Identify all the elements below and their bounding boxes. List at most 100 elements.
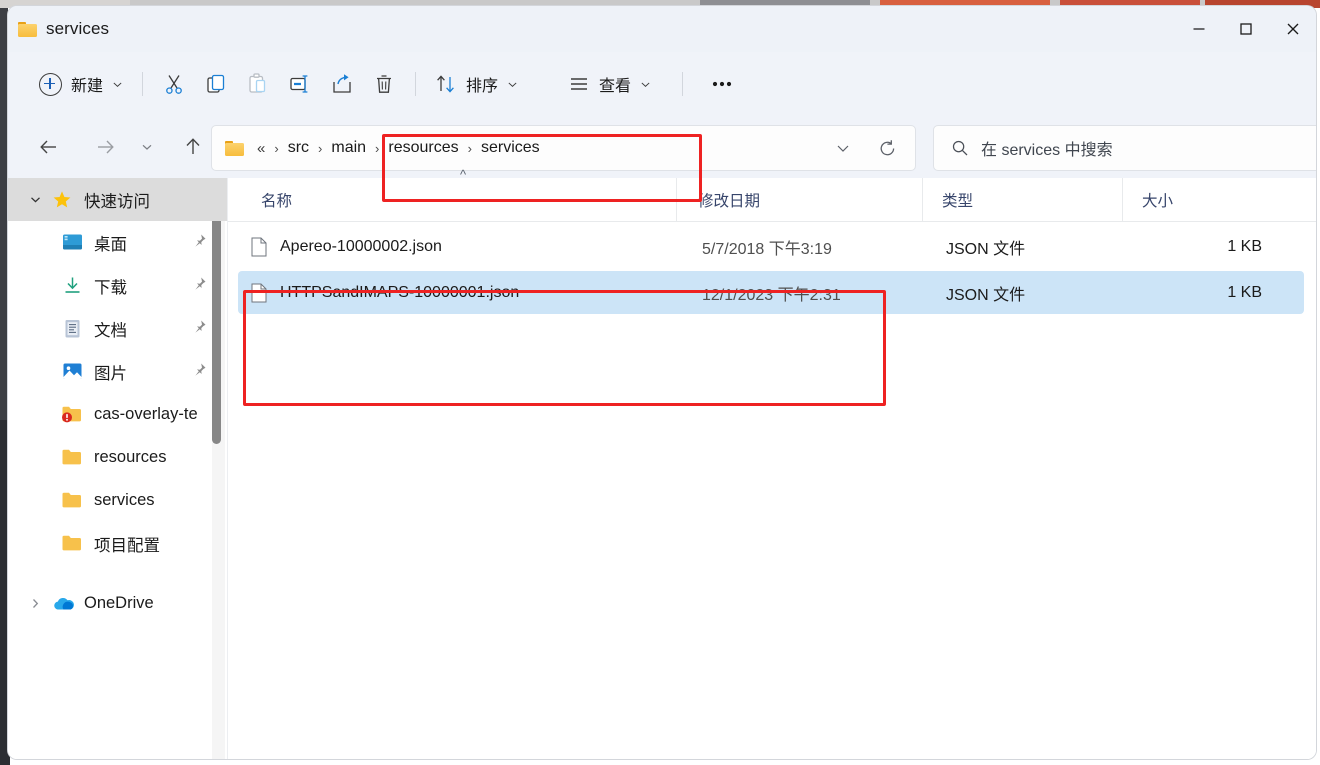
chevron-down-icon[interactable] bbox=[20, 193, 50, 206]
sidebar-item-documents[interactable]: 文档 bbox=[8, 307, 227, 350]
sidebar-item-quick-access[interactable]: 快速访问 bbox=[8, 178, 227, 221]
new-button[interactable]: 新建 bbox=[30, 66, 132, 102]
breadcrumb-item-services[interactable]: services bbox=[477, 136, 544, 160]
chevron-down-icon bbox=[142, 144, 152, 150]
file-name-cell: HTTPSandIMAPS-10000001.json bbox=[238, 271, 686, 314]
pin-icon[interactable] bbox=[192, 362, 207, 382]
chevron-down-icon bbox=[837, 145, 849, 152]
breadcrumb-item-src[interactable]: src bbox=[284, 136, 313, 160]
sort-button[interactable]: 排序 bbox=[426, 66, 527, 102]
sidebar-item-desktop[interactable]: 桌面 bbox=[8, 221, 227, 264]
plus-icon bbox=[39, 72, 62, 96]
file-size-cell: 1 KB bbox=[1227, 283, 1262, 301]
sidebar-label-project-config: 项目配置 bbox=[94, 536, 160, 555]
ellipsis-icon bbox=[712, 81, 732, 87]
refresh-icon bbox=[880, 139, 894, 155]
file-name-cell: Apereo-10000002.json bbox=[238, 225, 686, 268]
pin-icon[interactable] bbox=[192, 233, 207, 253]
up-button[interactable] bbox=[174, 129, 212, 165]
file-date-cell: 5/7/2018 下午3:19 bbox=[702, 240, 832, 258]
table-row[interactable]: Apereo-10000002.json 5/7/2018 下午3:19 JSO… bbox=[238, 225, 1304, 268]
sort-icon bbox=[437, 75, 454, 93]
copy-button[interactable] bbox=[195, 65, 237, 103]
maximize-button[interactable] bbox=[1222, 6, 1269, 52]
sidebar-item-services[interactable]: services bbox=[8, 479, 227, 522]
file-list-pane: ^ 名称 修改日期 类型 大小 Apereo-10000002.json 5/7… bbox=[228, 167, 1316, 759]
column-header-type[interactable]: 类型 bbox=[922, 178, 1122, 221]
sidebar-item-downloads[interactable]: 下载 bbox=[8, 264, 227, 307]
forward-arrow-icon bbox=[98, 140, 114, 154]
star-icon bbox=[50, 189, 74, 211]
share-icon bbox=[333, 74, 351, 93]
table-row[interactable]: HTTPSandIMAPS-10000001.json 12/1/2023 下午… bbox=[238, 271, 1304, 314]
address-bar[interactable]: « › src › main › resources › services bbox=[211, 125, 916, 171]
rename-button[interactable] bbox=[279, 65, 321, 103]
address-history-button[interactable] bbox=[821, 126, 865, 170]
breadcrumb-overflow[interactable]: « bbox=[253, 137, 269, 160]
title-bar: services bbox=[8, 6, 1316, 52]
folder-error-icon bbox=[60, 404, 84, 426]
address-row: « › src › main › resources › services 在 … bbox=[8, 116, 1316, 178]
trash-icon bbox=[377, 75, 392, 93]
more-options-button[interactable] bbox=[701, 65, 743, 103]
forward-button[interactable] bbox=[86, 129, 124, 165]
column-header-size[interactable]: 大小 bbox=[1122, 178, 1262, 221]
sidebar-label-services: services bbox=[94, 491, 155, 509]
sort-button-label: 排序 bbox=[466, 78, 499, 95]
folder-icon bbox=[60, 533, 84, 555]
breadcrumb: « › src › main › resources › services bbox=[212, 136, 544, 160]
rename-icon bbox=[290, 75, 308, 93]
sidebar-label-quick-access: 快速访问 bbox=[84, 192, 150, 211]
column-header-name[interactable]: 名称 bbox=[228, 178, 676, 221]
breadcrumb-separator: › bbox=[274, 140, 279, 156]
folder-icon bbox=[18, 21, 37, 37]
downloads-icon bbox=[60, 275, 84, 297]
breadcrumb-separator: › bbox=[375, 140, 380, 156]
close-button[interactable] bbox=[1269, 6, 1316, 52]
chevron-right-icon[interactable] bbox=[20, 597, 50, 610]
refresh-button[interactable] bbox=[865, 126, 909, 170]
file-type-cell: JSON 文件 bbox=[946, 286, 1026, 304]
minimize-button[interactable] bbox=[1175, 6, 1222, 52]
breadcrumb-separator: › bbox=[318, 140, 323, 156]
sidebar-item-pictures[interactable]: 图片 bbox=[8, 350, 227, 393]
paste-icon bbox=[249, 73, 266, 93]
sidebar-item-project-config[interactable]: 项目配置 bbox=[8, 522, 227, 565]
breadcrumb-item-main[interactable]: main bbox=[327, 136, 370, 160]
search-input[interactable]: 在 services 中搜索 bbox=[981, 136, 1113, 160]
recent-locations-button[interactable] bbox=[134, 129, 160, 165]
delete-button[interactable] bbox=[363, 65, 405, 103]
window-title-group: services bbox=[18, 6, 109, 52]
screen-root: services 新建 排序 查看 « › src › main › resou… bbox=[0, 0, 1320, 765]
back-button[interactable] bbox=[30, 129, 68, 165]
sidebar-label-cas-overlay: cas-overlay-te bbox=[94, 405, 198, 423]
view-list-icon bbox=[571, 78, 588, 90]
documents-icon bbox=[60, 318, 84, 340]
breadcrumb-item-resources[interactable]: resources bbox=[384, 136, 462, 160]
pin-icon[interactable] bbox=[192, 276, 207, 296]
file-name-text: Apereo-10000002.json bbox=[280, 237, 442, 255]
view-button[interactable]: 查看 bbox=[559, 66, 660, 102]
pin-icon[interactable] bbox=[192, 319, 207, 339]
share-button[interactable] bbox=[321, 65, 363, 103]
pictures-icon bbox=[60, 361, 84, 383]
breadcrumb-separator: › bbox=[467, 140, 472, 156]
cut-button[interactable] bbox=[153, 65, 195, 103]
sidebar-label-desktop: 桌面 bbox=[94, 235, 127, 254]
column-header-date[interactable]: 修改日期 bbox=[676, 178, 922, 221]
paste-button[interactable] bbox=[237, 65, 279, 103]
search-box[interactable]: 在 services 中搜索 bbox=[933, 125, 1316, 171]
file-type-cell: JSON 文件 bbox=[946, 240, 1026, 258]
navigation-pane: 快速访问 桌面 下载 文档 图片 cas-overlay-te resource… bbox=[8, 178, 228, 759]
sidebar-item-resources[interactable]: resources bbox=[8, 436, 227, 479]
sidebar-item-onedrive[interactable]: OneDrive bbox=[8, 582, 227, 625]
window-controls bbox=[1175, 6, 1316, 52]
sidebar-label-documents: 文档 bbox=[94, 321, 127, 340]
column-label-name: 名称 bbox=[261, 192, 293, 210]
sidebar-label-downloads: 下载 bbox=[94, 278, 127, 297]
folder-icon bbox=[60, 447, 84, 469]
chevron-down-icon bbox=[113, 82, 122, 87]
chevron-down-icon bbox=[508, 82, 517, 87]
sidebar-item-cas-overlay[interactable]: cas-overlay-te bbox=[8, 393, 227, 436]
folder-icon bbox=[60, 490, 84, 512]
